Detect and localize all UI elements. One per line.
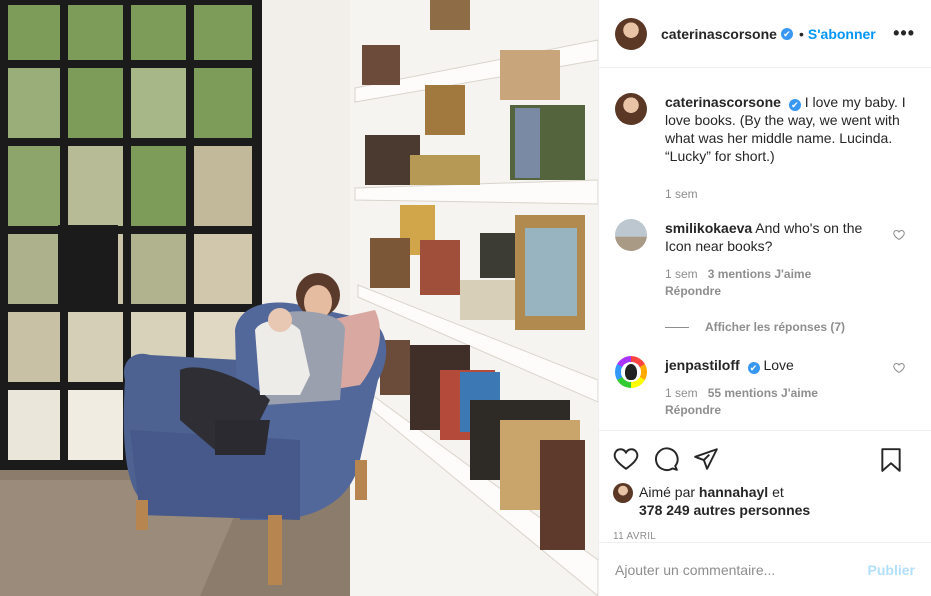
liked-by-and: et	[772, 484, 784, 500]
liked-by-prefix: Aimé par	[639, 484, 696, 500]
heart-icon[interactable]	[613, 446, 639, 472]
caption-body: caterinascorsone ✔ I love my baby. I lov…	[665, 93, 915, 201]
comment-icon[interactable]	[653, 446, 679, 472]
comment-item: smilikokaeva And who's on the Icon near …	[615, 219, 915, 300]
publish-button[interactable]: Publier	[868, 562, 915, 578]
header-separator: •	[798, 25, 804, 42]
view-replies-label: Afficher les réponses (7)	[705, 320, 846, 334]
comment-likes[interactable]: 3 mentions J'aime	[708, 267, 812, 281]
post-photo[interactable]	[0, 0, 598, 596]
caption-author-avatar[interactable]	[615, 93, 647, 125]
comment-item: jenpastiloff ✔ Love 1 sem 55 mentions J'a…	[615, 356, 915, 419]
liked-by-text: Aimé par hannahayl et 378 249 autres per…	[639, 483, 810, 519]
caption-verified-badge-icon: ✔	[788, 99, 801, 111]
liked-by-user[interactable]: hannahayl	[699, 484, 768, 500]
reply-button[interactable]: Répondre	[665, 282, 889, 300]
comment-body: smilikokaeva And who's on the Icon near …	[665, 219, 915, 300]
heart-small-icon[interactable]	[893, 229, 905, 241]
author-username[interactable]: caterinascorsone	[661, 26, 777, 42]
commenter-avatar[interactable]	[615, 356, 647, 388]
comments-list[interactable]: caterinascorsone ✔ I love my baby. I lov…	[599, 69, 931, 430]
author-avatar[interactable]	[615, 17, 647, 50]
comment-username[interactable]: jenpastiloff	[665, 357, 740, 373]
reply-button[interactable]: Répondre	[665, 401, 915, 419]
post-actions: Aimé par hannahayl et 378 249 autres per…	[599, 430, 931, 542]
post-date[interactable]: 11 AVRIL	[613, 531, 917, 542]
comment-likes[interactable]: 55 mentions J'aime	[708, 386, 818, 400]
comment-body: jenpastiloff ✔ Love 1 sem 55 mentions J'a…	[665, 356, 915, 419]
post-view: caterinascorsone ✔ • S'abonner ••• cater…	[0, 0, 931, 596]
more-options-icon[interactable]: •••	[893, 24, 915, 42]
comment-meta: 1 sem 55 mentions J'aime	[665, 386, 915, 400]
commenter-avatar[interactable]	[615, 219, 647, 251]
verified-badge-icon: ✔	[780, 27, 793, 40]
comment-text: Love	[763, 357, 794, 373]
follow-button[interactable]: S'abonner	[808, 26, 876, 42]
add-comment-input[interactable]: Ajouter un commentaire...	[615, 562, 868, 578]
heart-small-icon[interactable]	[893, 362, 905, 374]
comment-time[interactable]: 1 sem	[665, 386, 698, 400]
view-replies-button[interactable]: Afficher les réponses (7)	[665, 320, 915, 334]
share-icon[interactable]	[693, 446, 719, 472]
liked-by: Aimé par hannahayl et 378 249 autres per…	[613, 483, 917, 519]
photo-illustration	[0, 0, 598, 596]
liked-by-avatar[interactable]	[613, 483, 633, 503]
caption-username[interactable]: caterinascorsone	[665, 94, 781, 110]
liked-by-others[interactable]: 378 249 autres personnes	[639, 502, 810, 518]
comment-meta: 1 sem 3 mentions J'aime	[665, 267, 889, 281]
bookmark-icon[interactable]	[879, 447, 903, 473]
post-header: caterinascorsone ✔ • S'abonner •••	[599, 0, 931, 68]
comment-time[interactable]: 1 sem	[665, 267, 698, 281]
comment-username[interactable]: smilikokaeva	[665, 220, 752, 236]
action-icons	[613, 439, 917, 479]
post-side-panel: caterinascorsone ✔ • S'abonner ••• cater…	[598, 0, 931, 596]
caption-comment: caterinascorsone ✔ I love my baby. I lov…	[615, 93, 915, 201]
caption-time[interactable]: 1 sem	[665, 187, 915, 201]
add-comment-bar: Ajouter un commentaire... Publier	[599, 542, 931, 596]
comment-verified-badge-icon: ✔	[747, 362, 760, 374]
replies-line	[665, 326, 689, 328]
